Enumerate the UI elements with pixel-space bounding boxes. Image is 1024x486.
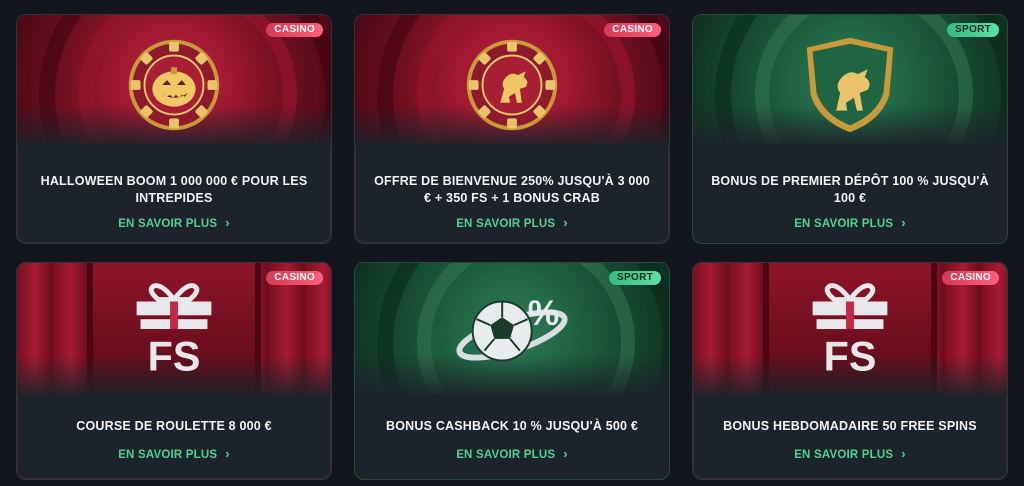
learn-more-label: EN SAVOIR PLUS <box>794 218 894 230</box>
learn-more-link[interactable]: EN SAVOIR PLUS › <box>693 215 1007 230</box>
learn-more-link[interactable]: EN SAVOIR PLUS › <box>17 215 331 230</box>
category-badge-casino: CASINO <box>266 23 323 37</box>
learn-more-link[interactable]: EN SAVOIR PLUS › <box>693 446 1007 461</box>
promo-title: BONUS CASHBACK 10 % JUSQU'À 500 € <box>386 419 638 433</box>
promo-title: HALLOWEEN BOOM 1 000 000 € POUR LES INTR… <box>40 174 308 205</box>
learn-more-label: EN SAVOIR PLUS <box>794 449 894 461</box>
chevron-right-icon: › <box>901 215 906 230</box>
promo-card-weekly-free-spins[interactable]: FS CASINO BONUS HEBDOMADAIRE 50 FREE SPI… <box>692 262 1008 480</box>
promo-title: COURSE DE ROULETTE 8 000 € <box>76 419 272 433</box>
lion-shield-icon <box>791 33 909 137</box>
fs-gift-icon: FS <box>791 279 909 383</box>
fs-gift-icon: FS <box>115 279 233 383</box>
promo-card-welcome-offer[interactable]: CASINO OFFRE DE BIENVENUE 250% JUSQU'À 3… <box>354 14 670 244</box>
promo-title: OFFRE DE BIENVENUE 250% JUSQU'À 3 000 € … <box>374 174 650 205</box>
category-badge-casino: CASINO <box>604 23 661 37</box>
promotions-grid: CASINO HALLOWEEN BOOM 1 000 000 € POUR L… <box>16 14 1008 480</box>
lion-chip-icon <box>453 33 571 137</box>
category-badge-sport: SPORT <box>947 23 999 37</box>
learn-more-link[interactable]: EN SAVOIR PLUS › <box>355 446 669 461</box>
promo-card-halloween-boom[interactable]: CASINO HALLOWEEN BOOM 1 000 000 € POUR L… <box>16 14 332 244</box>
soccer-percent-icon: % <box>453 279 571 383</box>
learn-more-label: EN SAVOIR PLUS <box>118 449 218 461</box>
learn-more-label: EN SAVOIR PLUS <box>456 449 556 461</box>
learn-more-label: EN SAVOIR PLUS <box>118 218 218 230</box>
promo-card-cashback[interactable]: % SPORT BONUS CASHBACK 10 % JUSQU'À 500 … <box>354 262 670 480</box>
chevron-right-icon: › <box>225 215 230 230</box>
svg-text:%: % <box>528 293 559 333</box>
learn-more-link[interactable]: EN SAVOIR PLUS › <box>355 215 669 230</box>
promo-card-first-deposit[interactable]: SPORT BONUS DE PREMIER DÉPÔT 100 % JUSQU… <box>692 14 1008 244</box>
fs-text: FS <box>824 333 877 379</box>
category-badge-sport: SPORT <box>609 271 661 285</box>
promo-title: BONUS HEBDOMADAIRE 50 FREE SPINS <box>723 419 977 433</box>
chevron-right-icon: › <box>225 446 230 461</box>
learn-more-label: EN SAVOIR PLUS <box>456 218 556 230</box>
learn-more-link[interactable]: EN SAVOIR PLUS › <box>17 446 331 461</box>
chevron-right-icon: › <box>563 446 568 461</box>
category-badge-casino: CASINO <box>266 271 323 285</box>
promo-title: BONUS DE PREMIER DÉPÔT 100 % JUSQU'À 100… <box>711 174 989 205</box>
chevron-right-icon: › <box>563 215 568 230</box>
chevron-right-icon: › <box>901 446 906 461</box>
fs-text: FS <box>148 333 201 379</box>
category-badge-casino: CASINO <box>942 271 999 285</box>
promo-card-roulette-race[interactable]: FS CASINO COURSE DE ROULETTE 8 000 € EN … <box>16 262 332 480</box>
pumpkin-chip-icon <box>115 33 233 137</box>
